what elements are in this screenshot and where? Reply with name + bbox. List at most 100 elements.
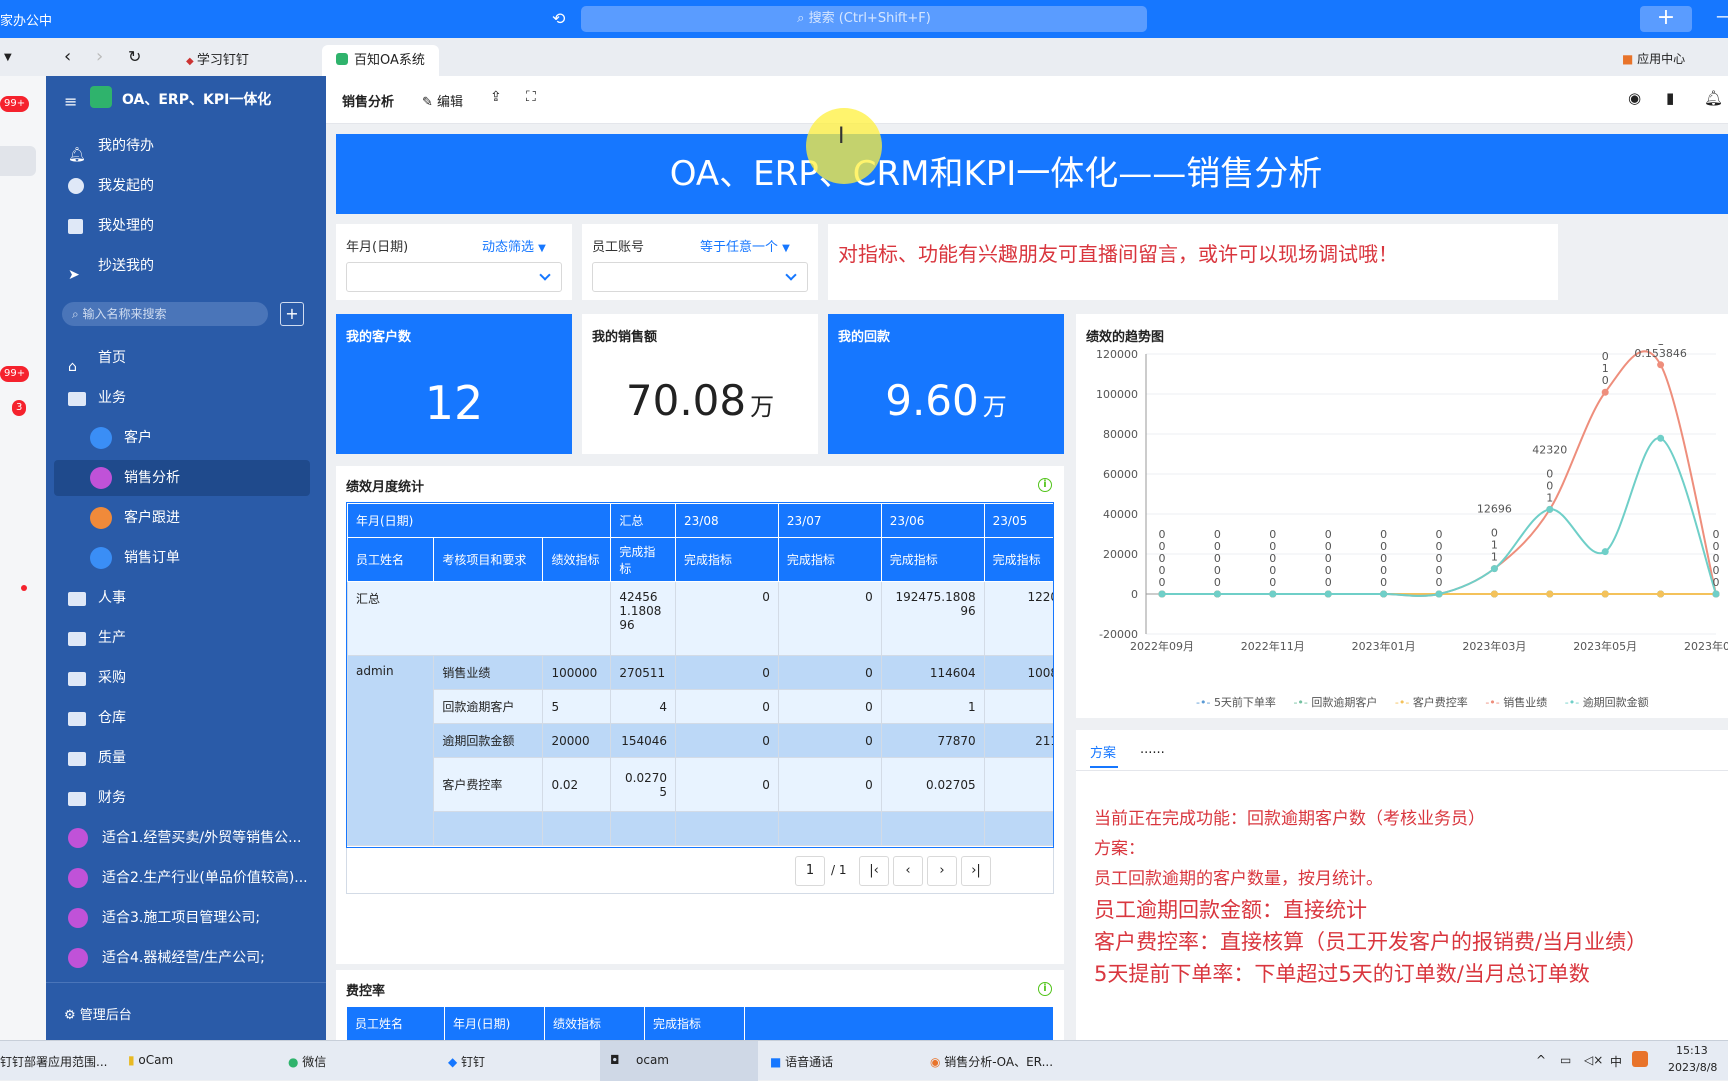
tab-more[interactable]: ......	[1140, 742, 1165, 757]
legend-item[interactable]: -•- 销售业绩	[1485, 696, 1547, 709]
sidebar-item-cc[interactable]: ➤抄送我的	[46, 248, 326, 284]
plan-line: 客户费控率：直接核算（员工开发客户的报销费/当月业绩）	[1094, 926, 1647, 956]
sogou-icon[interactable]	[1632, 1051, 1648, 1067]
refresh-icon[interactable]: ↻	[128, 47, 141, 66]
sidebar-item-customer-followup[interactable]: 客户跟进	[46, 500, 326, 536]
tab-plan[interactable]: 方案	[1090, 742, 1116, 761]
ime-indicator[interactable]: 中	[1610, 1053, 1622, 1070]
filter-operator-dropdown[interactable]: 等于任意一个 ▼	[700, 236, 790, 255]
sidebar-item-sales-analysis[interactable]: 销售分析	[54, 460, 310, 496]
home-icon	[90, 427, 112, 449]
legend-item[interactable]: -•- 5天前下单率	[1196, 696, 1276, 709]
stat-number: 70.08	[626, 376, 746, 425]
sidebar-item-todo[interactable]: 🔔︎我的待办	[46, 128, 326, 164]
data-label: 0.153846	[1634, 347, 1687, 360]
global-search-input[interactable]: ⌕ 搜索 (Ctrl+Shift+F)	[581, 6, 1147, 32]
sidebar-item-template-4[interactable]: 适合4.器械经营/生产公司;	[46, 940, 326, 976]
volume-icon[interactable]: ◁×	[1584, 1053, 1603, 1067]
data-point	[1491, 591, 1498, 598]
sidebar-item-label: 客户	[124, 420, 152, 456]
chevron-down-icon	[539, 269, 550, 280]
table-cell: 销售业绩	[434, 656, 543, 690]
notice-card: 对指标、功能有兴趣朋友可直播间留言，或许可以现场调试哦！	[828, 224, 1558, 300]
app-title: 家办公中	[0, 10, 52, 29]
sidebar-item-sales-order[interactable]: 销售订单	[46, 540, 326, 576]
first-page-button[interactable]: |‹	[859, 856, 889, 886]
forward-icon[interactable]: ›	[96, 46, 103, 67]
taskbar-label: 钉钉	[461, 1055, 485, 1069]
trend-chart[interactable]: -200000200004000060000800001000001200002…	[1076, 344, 1728, 684]
taskbar-item-active[interactable]: ◘ ocam	[600, 1041, 758, 1081]
sidebar-search-input[interactable]: ⌕ 输入名称来搜索	[62, 302, 268, 326]
sidebar-item-business[interactable]: 业务	[46, 380, 326, 416]
table-cell: 0	[676, 758, 779, 812]
table-row: 逾期回款金额 20000 154046 0 0 77870 211	[348, 724, 1055, 758]
page-number-input[interactable]: 1	[795, 856, 825, 886]
sidebar-item-hr[interactable]: 人事	[46, 580, 326, 616]
sidebar-item-template-3[interactable]: 适合3.施工项目管理公司;	[46, 900, 326, 936]
app-center-link[interactable]: ■ 应用中心	[1622, 50, 1685, 67]
app-center-label: 应用中心	[1637, 52, 1685, 66]
search-icon: ⌕	[797, 11, 808, 26]
data-point	[1546, 506, 1553, 513]
filter-date-select[interactable]	[346, 262, 562, 292]
table-cell: 77870	[881, 724, 984, 758]
taskbar-item[interactable]: ◆ 钉钉	[448, 1053, 485, 1070]
minimize-button[interactable]: —	[1716, 6, 1728, 27]
compass-icon[interactable]: ◉	[1628, 89, 1641, 107]
sidebar-item-template-1[interactable]: 适合1.经营买卖/外贸等销售公...	[46, 820, 326, 856]
menu-icon[interactable]: ≡	[64, 92, 77, 111]
edit-button[interactable]: ✎ 编辑	[422, 91, 463, 110]
sidebar-item-purchase[interactable]: 采购	[46, 660, 326, 696]
tab-oa-system[interactable]: 百知OA系统	[322, 45, 439, 76]
perf-table-scroll[interactable]: 年月(日期) 汇总 23/08 23/07 23/06 23/05 员工姓名 考…	[346, 502, 1054, 848]
legend-item[interactable]: -•- 客户费控率	[1395, 696, 1468, 709]
taskbar-label: 销售分析-OA、ER...	[944, 1055, 1053, 1069]
info-icon[interactable]: i	[1038, 478, 1052, 492]
sidebar-item-warehouse[interactable]: 仓库	[46, 700, 326, 736]
sidebar-item-template-2[interactable]: 适合2.生产行业(单品价值较高)...	[46, 860, 326, 896]
sidebar-item-home[interactable]: ⌂首页	[46, 340, 326, 376]
legend-item[interactable]: -•- 逾期回款金额	[1565, 696, 1649, 709]
banner-title: OA、ERP、CRM和KPI一体化——销售分析	[336, 134, 1656, 214]
sidebar-item-production[interactable]: 生产	[46, 620, 326, 656]
next-page-button[interactable]: ›	[927, 856, 957, 886]
share-icon[interactable]: ⇪	[490, 89, 502, 105]
sidebar-item-handled[interactable]: 我处理的	[46, 208, 326, 244]
sidebar-add-button[interactable]: +	[280, 302, 304, 326]
taskbar-item[interactable]: ◉ 销售分析-OA、ER...	[930, 1053, 1053, 1070]
add-button[interactable]: +	[1640, 6, 1692, 32]
x-tick-label: 2023年03月	[1462, 639, 1526, 653]
stat-card-sales: 我的销售额 70.08万	[582, 314, 818, 454]
taskbar-item[interactable]: 钉钉部署应用范围...	[0, 1053, 107, 1070]
sidebar-item-label: 适合2.生产行业(单品价值较高)...	[102, 860, 308, 896]
y-tick-label: 80000	[1103, 428, 1138, 441]
strip-selected[interactable]	[0, 146, 36, 176]
book-icon[interactable]: ▮	[1666, 89, 1674, 107]
network-icon[interactable]: ▭	[1560, 1053, 1571, 1067]
admin-link[interactable]: ⚙ 管理后台	[64, 1004, 132, 1023]
history-icon[interactable]: ⟲	[552, 9, 565, 28]
prev-page-button[interactable]: ‹	[893, 856, 923, 886]
filter-operator-dropdown[interactable]: 动态筛选 ▼	[482, 236, 546, 255]
sidebar-item-initiated[interactable]: 我发起的	[46, 168, 326, 204]
sidebar-item-finance[interactable]: 财务	[46, 780, 326, 816]
dropdown-icon[interactable]: ▼	[4, 52, 12, 63]
taskbar-item[interactable]: ● 微信	[288, 1053, 326, 1070]
back-icon[interactable]: ‹	[64, 46, 71, 67]
taskbar-item[interactable]: ■ 语音通话	[770, 1053, 833, 1070]
tray-chevron-icon[interactable]: ^	[1536, 1053, 1546, 1067]
data-point	[1602, 591, 1609, 598]
info-icon[interactable]: i	[1038, 982, 1052, 996]
tab-learn-dingtalk[interactable]: ◆ 学习钉钉	[186, 45, 249, 76]
sidebar-item-quality[interactable]: 质量	[46, 740, 326, 776]
perf-table-card: 绩效月度统计 i 年月(日期) 汇总 23/08 23/07 23/06 23/…	[336, 466, 1064, 964]
taskbar-item[interactable]: ▮ oCam	[128, 1053, 173, 1067]
fullscreen-icon[interactable]: ⛶	[526, 89, 536, 105]
filter-date: 年月(日期) 动态筛选 ▼	[336, 224, 572, 300]
last-page-button[interactable]: ›|	[961, 856, 991, 886]
filter-employee-select[interactable]	[592, 262, 808, 292]
legend-item[interactable]: -•- 回款逾期客户	[1293, 696, 1377, 709]
sidebar-item-customer[interactable]: 客户	[46, 420, 326, 456]
notification-icon[interactable]: 🔔︎	[1704, 89, 1723, 107]
